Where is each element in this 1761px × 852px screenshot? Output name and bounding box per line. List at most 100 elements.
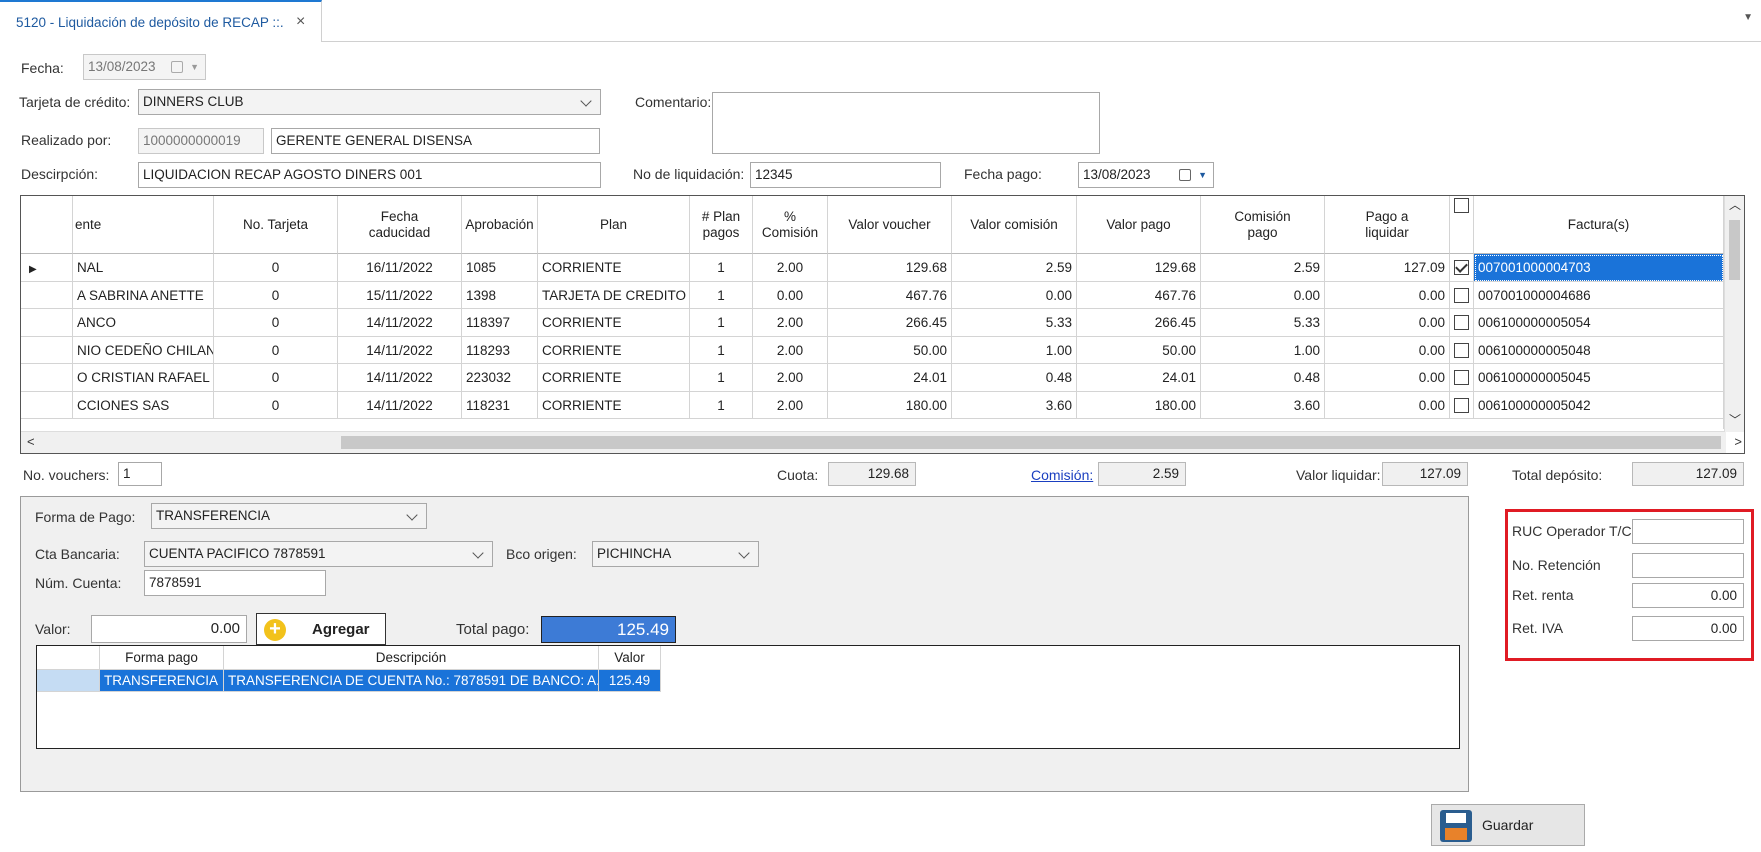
grid-header-plan[interactable]: Plan — [538, 196, 690, 254]
payment-grid-cell[interactable]: 125.49 — [599, 670, 661, 692]
cell-valor-pago[interactable]: 266.45 — [1077, 309, 1201, 337]
cell-pago-liquidar[interactable]: 0.00 — [1325, 391, 1450, 419]
row-checkbox[interactable] — [1454, 370, 1469, 385]
cell-valor-pago[interactable]: 129.68 — [1077, 254, 1201, 282]
cell-no-tarjeta[interactable]: 0 — [214, 391, 338, 419]
vertical-scrollbar[interactable]: ︿ ﹀ — [1724, 196, 1744, 432]
grid-header-valor-voucher[interactable]: Valor voucher — [828, 196, 952, 254]
row-indicator[interactable] — [21, 391, 73, 419]
cell-valor-pago[interactable]: 180.00 — [1077, 391, 1201, 419]
bco-origen-select[interactable]: PICHINCHA — [592, 541, 759, 567]
cell-fecha-caducidad[interactable]: 16/11/2022 — [338, 254, 462, 282]
cell-valor-comision[interactable]: 5.33 — [952, 309, 1077, 337]
cell-comision-pago[interactable]: 2.59 — [1201, 254, 1325, 282]
cell-facturas[interactable]: 007001000004686 — [1474, 281, 1724, 309]
cell-plan[interactable]: CORRIENTE — [538, 391, 690, 419]
forma-pago-select[interactable]: TRANSFERENCIA — [151, 503, 427, 529]
cell-fecha-caducidad[interactable]: 14/11/2022 — [338, 309, 462, 337]
cell-no-tarjeta[interactable]: 0 — [214, 309, 338, 337]
cta-bancaria-select[interactable]: CUENTA PACIFICO 7878591 — [144, 541, 493, 567]
cell-plan-pagos[interactable]: 1 — [690, 281, 753, 309]
cell-comision-pct[interactable]: 2.00 — [753, 309, 828, 337]
cell-plan[interactable]: TARJETA DE CREDITO — [538, 281, 690, 309]
cell-comision-pct[interactable]: 2.00 — [753, 391, 828, 419]
scroll-right-icon[interactable]: > — [1734, 434, 1742, 449]
row-checkbox-cell[interactable] — [1450, 309, 1474, 337]
cell-plan[interactable]: CORRIENTE — [538, 254, 690, 282]
row-checkbox-cell[interactable] — [1450, 254, 1474, 282]
cell-fecha-caducidad[interactable]: 14/11/2022 — [338, 364, 462, 392]
row-indicator[interactable] — [21, 281, 73, 309]
cell-facturas[interactable]: 007001000004703 — [1474, 254, 1724, 282]
cell-fecha-caducidad[interactable]: 14/11/2022 — [338, 391, 462, 419]
cell-plan[interactable]: CORRIENTE — [538, 336, 690, 364]
cell-pago-liquidar[interactable]: 0.00 — [1325, 364, 1450, 392]
grid-header-check[interactable] — [1450, 196, 1474, 254]
cell-comision-pago[interactable]: 1.00 — [1201, 336, 1325, 364]
grid-header-pago-liquidar[interactable]: Pago a liquidar — [1325, 196, 1450, 254]
cell-no-tarjeta[interactable]: 0 — [214, 364, 338, 392]
cell-comision-pago[interactable]: 3.60 — [1201, 391, 1325, 419]
grid-header-valor-pago[interactable]: Valor pago — [1077, 196, 1201, 254]
liquidacion-field[interactable]: 12345 — [750, 162, 941, 188]
select-all-checkbox[interactable] — [1454, 198, 1469, 213]
cell-cliente[interactable]: O CRISTIAN RAFAEL — [73, 364, 214, 392]
agregar-button[interactable]: + Agregar — [256, 613, 386, 645]
row-indicator[interactable] — [21, 309, 73, 337]
cell-pago-liquidar[interactable]: 0.00 — [1325, 336, 1450, 364]
cell-plan-pagos[interactable]: 1 — [690, 364, 753, 392]
guardar-button[interactable]: Guardar — [1431, 804, 1585, 846]
row-checkbox-cell[interactable] — [1450, 336, 1474, 364]
cell-fecha-caducidad[interactable]: 15/11/2022 — [338, 281, 462, 309]
payment-grid-header[interactable]: Valor — [599, 646, 661, 670]
valor-field[interactable]: 0.00 — [91, 615, 247, 643]
cell-comision-pct[interactable]: 2.00 — [753, 336, 828, 364]
cell-pago-liquidar[interactable]: 127.09 — [1325, 254, 1450, 282]
cell-facturas[interactable]: 006100000005042 — [1474, 391, 1724, 419]
cell-cliente[interactable]: NAL — [73, 254, 214, 282]
cell-comision-pago[interactable]: 0.48 — [1201, 364, 1325, 392]
grid-header-valor-comision[interactable]: Valor comisión — [952, 196, 1077, 254]
fecha-field[interactable]: 13/08/2023 ▼ — [83, 54, 206, 80]
cell-valor-comision[interactable]: 2.59 — [952, 254, 1077, 282]
row-checkbox[interactable] — [1454, 315, 1469, 330]
cell-comision-pct[interactable]: 2.00 — [753, 364, 828, 392]
cell-valor-comision[interactable]: 0.00 — [952, 281, 1077, 309]
cell-no-tarjeta[interactable]: 0 — [214, 336, 338, 364]
cell-valor-voucher[interactable]: 180.00 — [828, 391, 952, 419]
scroll-down-icon[interactable]: ﹀ — [1729, 411, 1741, 428]
cell-aprobacion[interactable]: 118293 — [462, 336, 538, 364]
cell-comision-pct[interactable]: 2.00 — [753, 254, 828, 282]
cell-cliente[interactable]: ANCO — [73, 309, 214, 337]
scroll-thumb[interactable] — [341, 436, 1721, 449]
cell-fecha-caducidad[interactable]: 14/11/2022 — [338, 336, 462, 364]
cell-plan[interactable]: CORRIENTE — [538, 364, 690, 392]
grid-header-comision-pct[interactable]: % Comisión — [753, 196, 828, 254]
ruc-operador-field[interactable] — [1632, 519, 1744, 544]
cell-aprobacion[interactable]: 118397 — [462, 309, 538, 337]
close-icon[interactable]: × — [296, 13, 305, 31]
row-checkbox[interactable] — [1454, 287, 1469, 303]
ret-iva-field[interactable]: 0.00 — [1632, 616, 1744, 641]
cell-valor-pago[interactable]: 24.01 — [1077, 364, 1201, 392]
grid-header-facturas[interactable]: Factura(s) — [1474, 196, 1724, 254]
row-checkbox[interactable] — [1454, 397, 1469, 413]
tab-liquidacion[interactable]: 5120 - Liquidación de depósito de RECAP … — [0, 0, 322, 42]
cell-no-tarjeta[interactable]: 0 — [214, 281, 338, 309]
cell-valor-comision[interactable]: 0.48 — [952, 364, 1077, 392]
cell-pago-liquidar[interactable]: 0.00 — [1325, 281, 1450, 309]
row-checkbox-cell[interactable] — [1450, 281, 1474, 309]
cell-plan-pagos[interactable]: 1 — [690, 391, 753, 419]
payment-grid-header[interactable]: Descripción — [224, 646, 599, 670]
payment-grid-header[interactable]: Forma pago — [100, 646, 224, 670]
cell-comision-pago[interactable]: 0.00 — [1201, 281, 1325, 309]
row-indicator[interactable]: ▶ — [21, 254, 73, 282]
comentario-textarea[interactable] — [712, 92, 1100, 154]
grid-header-fecha-caducidad[interactable]: Fecha caducidad — [338, 196, 462, 254]
cell-valor-voucher[interactable]: 24.01 — [828, 364, 952, 392]
cell-plan-pagos[interactable]: 1 — [690, 336, 753, 364]
row-checkbox[interactable] — [1454, 342, 1469, 358]
cell-valor-pago[interactable]: 50.00 — [1077, 336, 1201, 364]
ret-renta-field[interactable]: 0.00 — [1632, 583, 1744, 608]
grid-header-no-tarjeta[interactable]: No. Tarjeta — [214, 196, 338, 254]
